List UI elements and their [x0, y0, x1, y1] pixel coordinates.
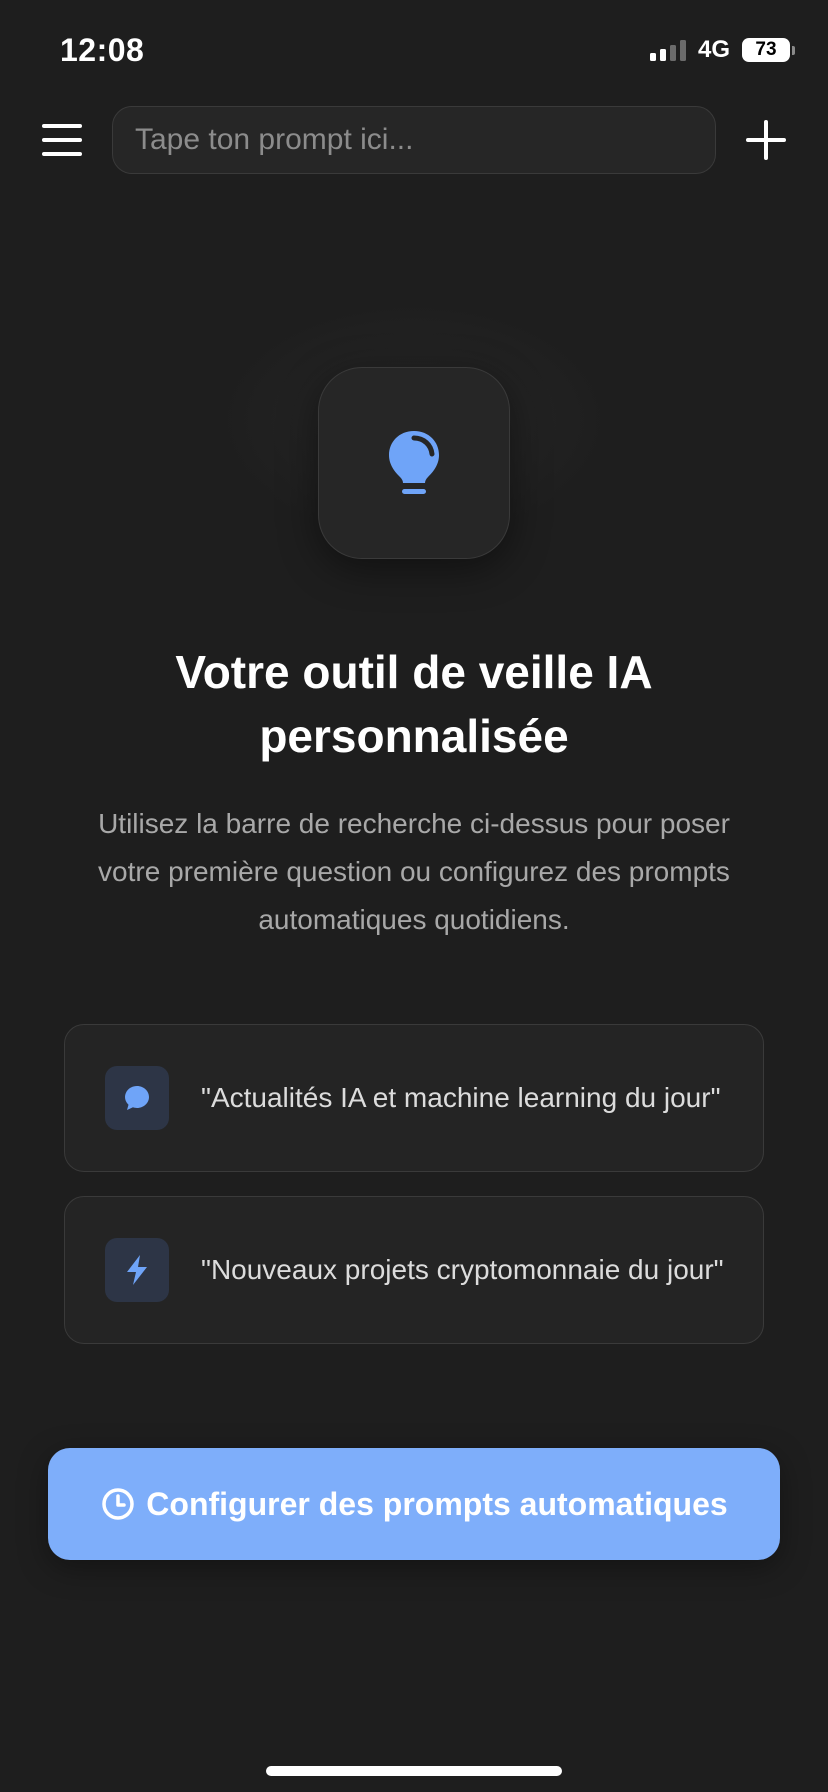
configure-prompts-button[interactable]: Configurer des prompts automatiques — [48, 1448, 780, 1560]
page-title: Votre outil de veille IA personnalisée — [175, 646, 653, 762]
status-bar: 12:08 4G 73 — [0, 0, 828, 100]
chat-bubble-icon — [125, 1086, 149, 1110]
lightning-bolt-icon-container — [105, 1238, 169, 1302]
battery-icon: 73 — [742, 38, 795, 62]
suggestion-text: "Actualités IA et machine learning du jo… — [201, 1082, 721, 1113]
lightning-bolt-icon — [127, 1255, 147, 1285]
battery-level: 73 — [755, 39, 777, 60]
prompt-input[interactable] — [135, 123, 693, 157]
search-bar[interactable] — [112, 106, 716, 174]
plus-icon[interactable] — [744, 118, 788, 162]
page-subtitle: Utilisez la barre de recherche ci-dessus… — [98, 808, 730, 935]
lightbulb-icon — [389, 431, 439, 494]
cellular-signal-icon — [649, 39, 686, 61]
network-type: 4G — [697, 36, 730, 63]
suggestion-card-crypto[interactable]: "Nouveaux projets cryptomonnaie du jour" — [64, 1196, 764, 1344]
hero-icon-container — [318, 367, 510, 559]
suggestion-card-ai-news[interactable]: "Actualités IA et machine learning du jo… — [64, 1024, 764, 1172]
chat-bubble-icon-container — [105, 1066, 169, 1130]
hamburger-menu-icon[interactable] — [40, 120, 84, 160]
status-indicators: 4G 73 — [649, 36, 795, 64]
app-screen: 12:08 4G 73 Votre outil de veille — [0, 0, 828, 1792]
suggestion-text: "Nouveaux projets cryptomonnaie du jour" — [201, 1254, 724, 1285]
home-indicator[interactable] — [266, 1766, 562, 1776]
configure-prompts-label: Configurer des prompts automatiques — [146, 1485, 728, 1522]
status-time: 12:08 — [60, 32, 145, 68]
clock-icon — [102, 1488, 135, 1520]
